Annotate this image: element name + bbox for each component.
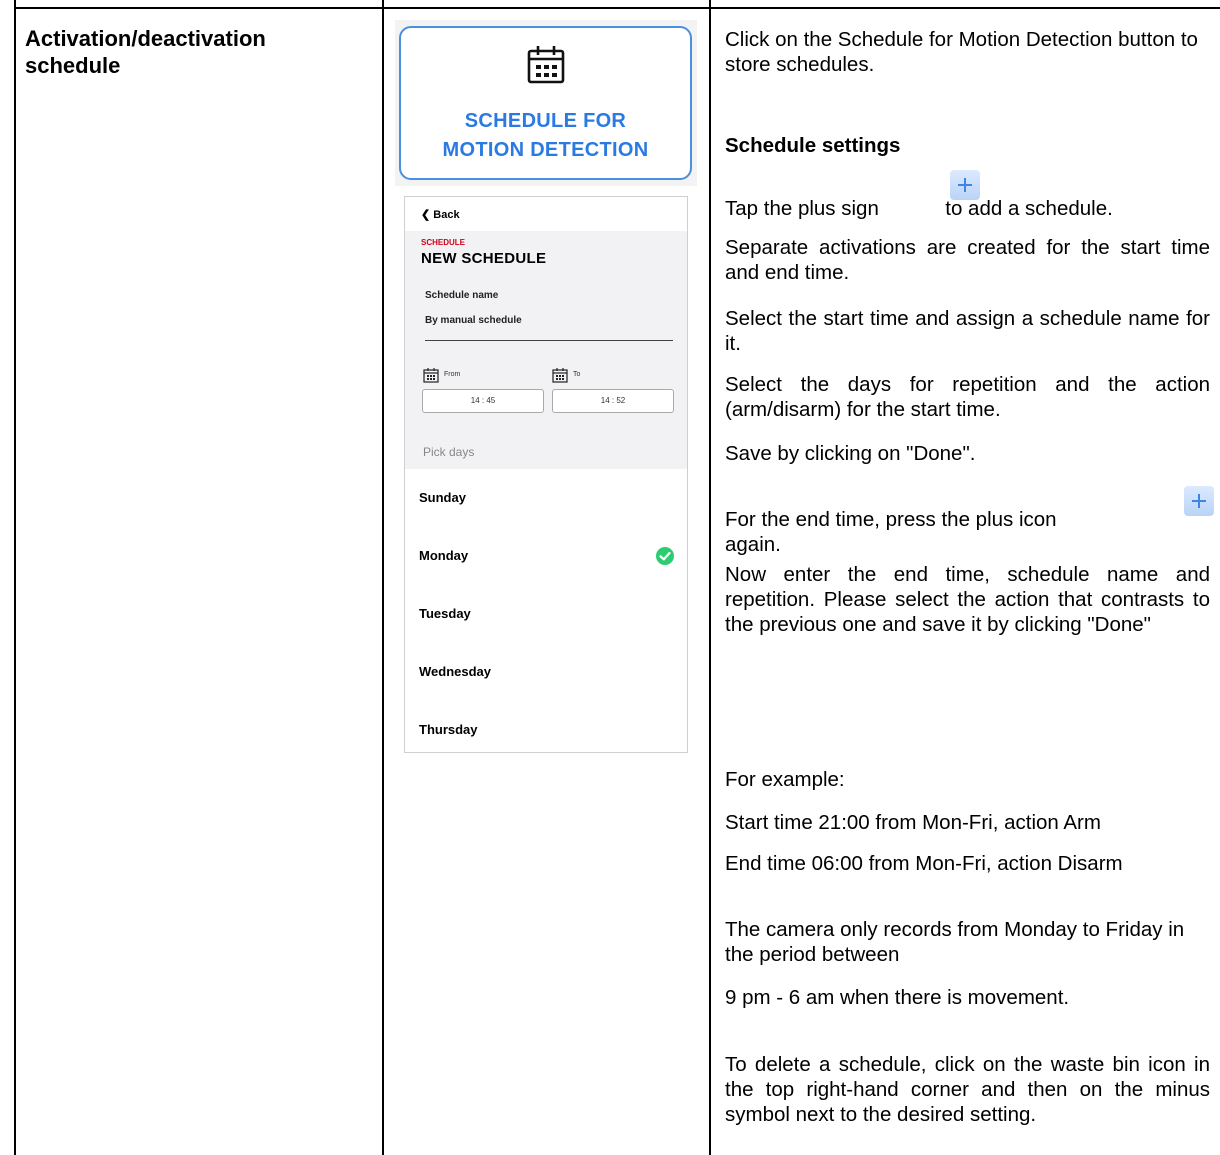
example-line-4: 9 pm - 6 am when there is movement.	[725, 986, 1070, 1009]
table-col-divider-1	[382, 0, 384, 1155]
to-label: To	[573, 371, 581, 378]
calendar-icon	[552, 367, 568, 388]
end-time-line: For the end time, press the plus icon ag…	[725, 507, 1210, 557]
new-schedule-screen: ❮ Back SCHEDULE NEW SCHEDULE Schedule na…	[404, 196, 688, 753]
instruction-p2: Select the start time and assign a sched…	[725, 307, 1210, 355]
instruction-p1: Separate activations are created for the…	[725, 236, 1210, 284]
intro-text: Click on the Schedule for Motion Detecti…	[725, 28, 1198, 76]
schedule-button-label-line2: MOTION DETECTION	[442, 139, 649, 161]
tap-plus-text-a: Tap the plus sign	[725, 197, 879, 220]
pick-days-label: Pick days	[423, 445, 475, 459]
calendar-icon	[527, 44, 565, 89]
end-time-text-a: For the end time, press the plus icon	[725, 508, 1057, 531]
table-top-border	[14, 7, 1220, 9]
example-line-1: Start time 21:00 from Mon-Fri, action Ar…	[725, 811, 1101, 834]
instruction-p5: Now enter the end time, schedule name an…	[725, 563, 1210, 636]
plus-icon	[1184, 486, 1214, 516]
screen-title: NEW SCHEDULE	[421, 250, 547, 267]
row-header: Activation/deactivation schedule	[25, 26, 266, 78]
instruction-p4: Save by clicking on "Done".	[725, 442, 976, 465]
table-left-border	[14, 0, 16, 1155]
back-button[interactable]: ❮ Back	[421, 208, 460, 221]
back-label: Back	[433, 209, 460, 221]
example-heading: For example:	[725, 768, 845, 791]
plus-icon	[950, 170, 980, 200]
section-heading: Schedule settings	[725, 134, 901, 157]
day-option-tuesday[interactable]: Tuesday	[419, 606, 471, 621]
table-col-divider-2	[709, 0, 711, 1155]
schedule-name-label: Schedule name	[425, 290, 499, 301]
from-time-input[interactable]: 14 : 45	[422, 389, 544, 413]
instruction-p3: Select the days for repetition and the a…	[725, 373, 1210, 421]
day-option-monday[interactable]: Monday	[419, 548, 468, 563]
delete-instructions: To delete a schedule, click on the waste…	[725, 1053, 1210, 1126]
checkmark-icon	[656, 547, 674, 570]
from-label: From	[444, 371, 461, 378]
calendar-icon	[423, 367, 439, 388]
end-time-text-b: again.	[725, 533, 781, 556]
day-option-thursday[interactable]: Thursday	[419, 722, 478, 737]
schedule-button-label-line1: SCHEDULE FOR	[464, 110, 627, 132]
example-line-3: The camera only records from Monday to F…	[725, 918, 1185, 966]
schedule-for-motion-detection-button[interactable]: SCHEDULE FOR MOTION DETECTION	[399, 26, 692, 180]
schedule-name-field[interactable]: By manual schedule	[425, 315, 522, 326]
example-line-2: End time 06:00 from Mon-Fri, action Disa…	[725, 852, 1123, 875]
to-time-input[interactable]: 14 : 52	[552, 389, 674, 413]
day-option-wednesday[interactable]: Wednesday	[419, 664, 491, 679]
tap-plus-text-b: to add a schedule.	[945, 197, 1113, 220]
chevron-left-icon: ❮	[421, 209, 431, 221]
day-option-sunday[interactable]: Sunday	[419, 490, 466, 505]
screen-kicker: SCHEDULE	[421, 238, 466, 247]
schedule-name-underline	[425, 340, 673, 341]
schedule-button-label: SCHEDULE FOR MOTION DETECTION	[401, 107, 690, 165]
